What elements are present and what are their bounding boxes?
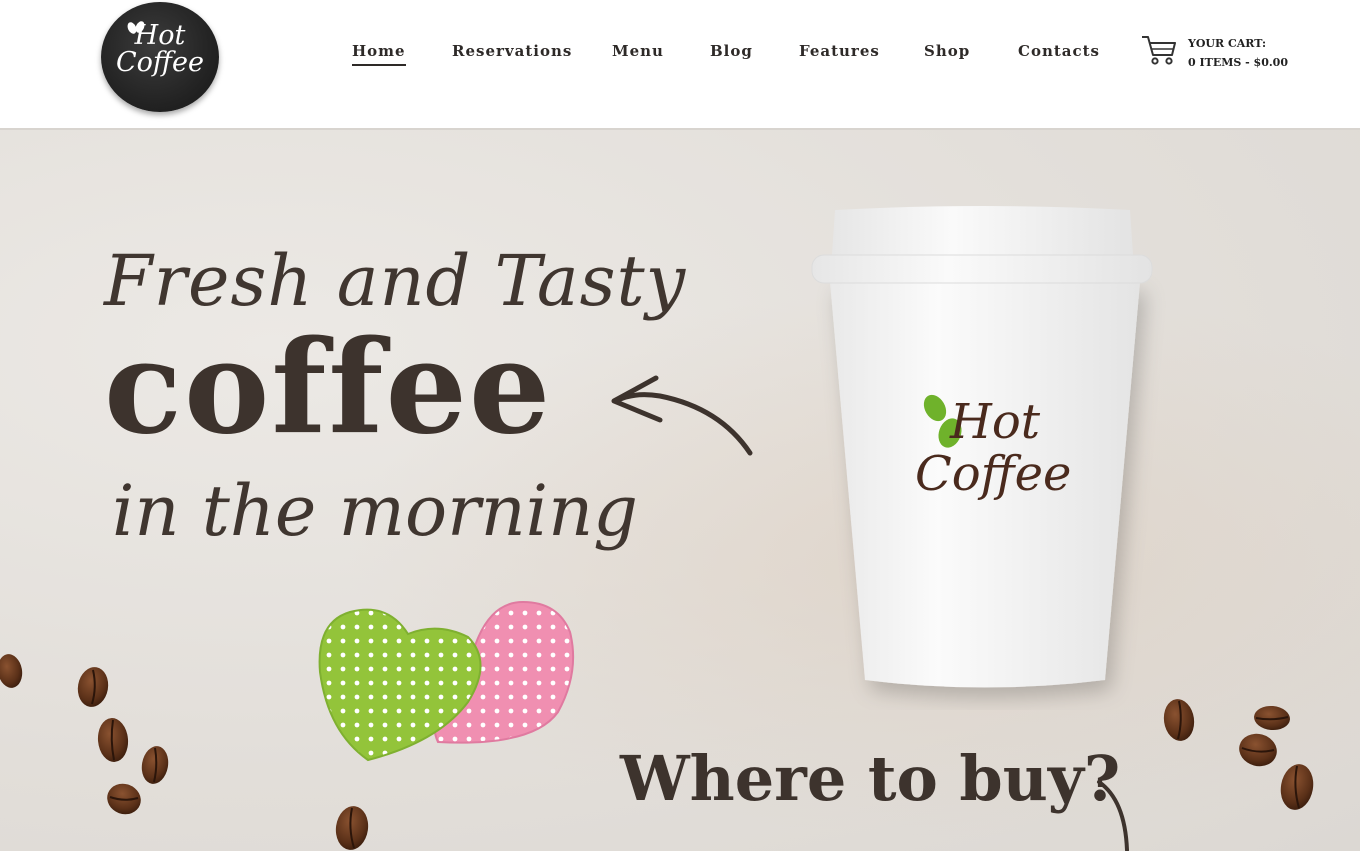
curved-arrow-icon [611, 375, 753, 456]
hero-banner: Fresh and Tasty coffee in the morning Ho… [0, 130, 1360, 851]
where-to-buy-heading[interactable]: Where to buy? [620, 742, 1120, 815]
site-header: Hot Coffee Home Reservations Menu Blog F… [0, 0, 1360, 128]
nav-item-blog[interactable]: Blog [710, 42, 753, 64]
cart-title[interactable]: YOUR CART: [1188, 37, 1266, 50]
hero-headline-bottom: in the morning [112, 470, 638, 552]
cup-logo-text-top: Hot [950, 394, 1041, 450]
cart-summary[interactable]: 0 ITEMS - $0.00 [1188, 56, 1288, 69]
shopping-cart-icon[interactable] [1140, 33, 1178, 67]
nav-item-menu[interactable]: Menu [612, 42, 664, 64]
cup-logo-text-bottom: Coffee [915, 446, 1072, 502]
hero-headline-main: coffee [104, 313, 553, 463]
nav-item-shop[interactable]: Shop [924, 42, 970, 64]
hearts-decoration [318, 600, 575, 762]
nav-item-home[interactable]: Home [352, 42, 406, 66]
hero-headline-top: Fresh and Tasty [104, 240, 687, 322]
nav-item-features[interactable]: Features [799, 42, 880, 64]
nav-item-contacts[interactable]: Contacts [1018, 42, 1100, 64]
nav-item-reservations[interactable]: Reservations [452, 42, 572, 64]
curved-arrow-icon [1097, 780, 1129, 851]
